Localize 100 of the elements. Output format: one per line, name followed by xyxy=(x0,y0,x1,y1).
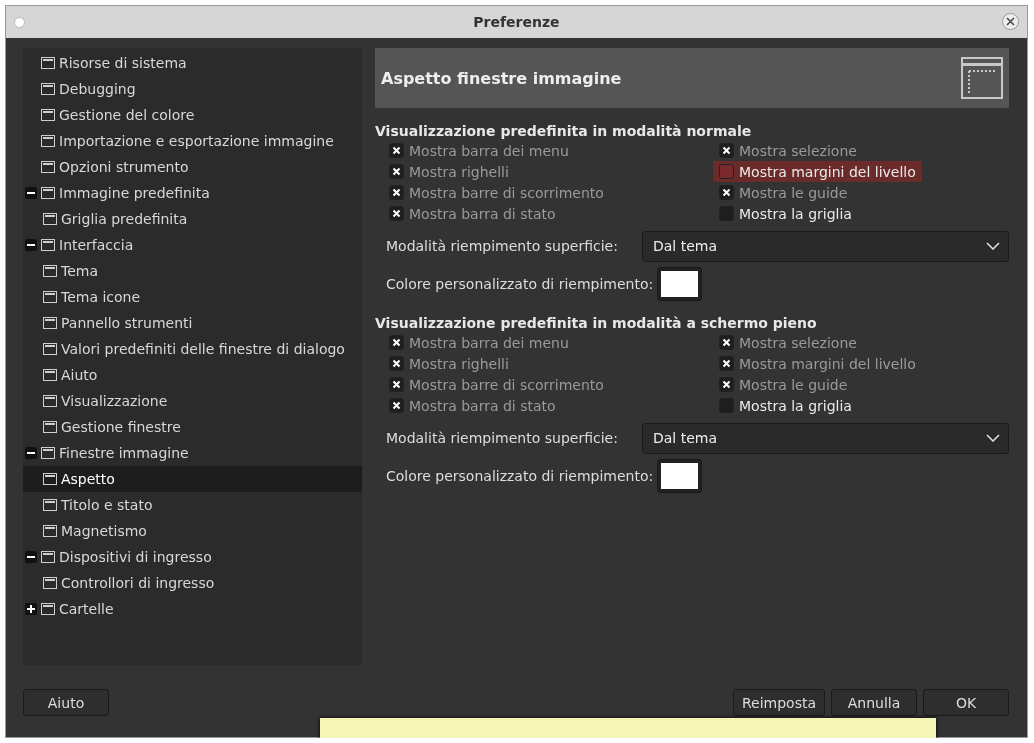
field-label: Modalità riempimento superficie: xyxy=(386,430,619,446)
checkbox-option[interactable]: Mostra le guide xyxy=(713,374,854,395)
checkbox[interactable] xyxy=(389,164,404,179)
checkbox-option[interactable]: Mostra le guide xyxy=(713,182,854,203)
expand-icon[interactable] xyxy=(25,603,37,615)
checkbox[interactable] xyxy=(389,335,404,350)
collapse-icon[interactable] xyxy=(25,239,37,251)
window-icon xyxy=(961,57,1003,99)
checkbox-option[interactable]: Mostra barre di scorrimento xyxy=(383,182,610,203)
tree-item[interactable]: Importazione e esportazione immagine xyxy=(23,128,362,154)
dialog-button[interactable]: Reimposta xyxy=(732,689,825,716)
item-icon xyxy=(40,237,56,253)
tree-item[interactable]: Dispositivi di ingresso xyxy=(23,544,362,570)
field-label: Colore personalizzato di riempimento: xyxy=(386,468,654,484)
item-icon xyxy=(42,419,58,435)
collapse-icon[interactable] xyxy=(25,187,37,199)
item-icon xyxy=(42,211,58,227)
help-button[interactable]: Aiuto xyxy=(23,689,109,716)
checkbox-option[interactable]: Mostra margini del livello xyxy=(713,353,922,374)
item-icon xyxy=(42,315,58,331)
checkbox-option[interactable]: Mostra righelli xyxy=(383,353,515,374)
field-label: Modalità riempimento superficie: xyxy=(386,238,619,254)
section-title: Visualizzazione predefinita in modalità normale xyxy=(375,122,753,140)
item-icon xyxy=(42,289,58,305)
chevron-down-icon xyxy=(986,242,1000,250)
fill-mode-dropdown[interactable]: Dal tema xyxy=(642,422,1009,454)
tree-item[interactable]: Tema xyxy=(23,258,362,284)
checkbox-option[interactable]: Mostra selezione xyxy=(713,140,863,161)
checkbox[interactable] xyxy=(719,377,734,392)
checkbox[interactable] xyxy=(719,356,734,371)
close-button[interactable] xyxy=(1002,13,1019,30)
item-icon xyxy=(42,523,58,539)
checkbox[interactable] xyxy=(389,398,404,413)
page-title: Aspetto finestre immagine xyxy=(381,68,622,88)
window-title: Preferenze xyxy=(473,14,560,30)
item-icon xyxy=(40,185,56,201)
item-icon xyxy=(42,471,58,487)
checkbox[interactable] xyxy=(389,185,404,200)
tree-item[interactable]: Aiuto xyxy=(23,362,362,388)
collapse-icon[interactable] xyxy=(25,447,37,459)
checkbox[interactable] xyxy=(719,164,734,179)
color-swatch-button[interactable] xyxy=(657,267,703,301)
close-icon xyxy=(1006,17,1015,26)
tree-item[interactable]: Valori predefiniti delle finestre di dialogo xyxy=(23,336,362,362)
checkbox-option[interactable]: Mostra la griglia xyxy=(713,203,858,224)
collapse-icon[interactable] xyxy=(25,551,37,563)
tree-item[interactable]: Interfaccia xyxy=(23,232,362,258)
tree-item[interactable]: Immagine predefinita xyxy=(23,180,362,206)
chevron-down-icon xyxy=(986,434,1000,442)
checkbox-option[interactable]: Mostra barra di stato xyxy=(383,203,562,224)
color-swatch-button[interactable] xyxy=(657,459,703,493)
item-icon xyxy=(42,367,58,383)
item-icon xyxy=(40,107,56,123)
tree-item[interactable]: Titolo e stato xyxy=(23,492,362,518)
section-title: Visualizzazione predefinita in modalità a schermo pieno xyxy=(375,314,818,332)
item-icon xyxy=(40,55,56,71)
tree-item[interactable]: Visualizzazione xyxy=(23,388,362,414)
item-icon xyxy=(42,263,58,279)
item-icon xyxy=(42,341,58,357)
tree-item[interactable]: Opzioni strumento xyxy=(23,154,362,180)
checkbox-option[interactable]: Mostra barra dei menu xyxy=(383,140,575,161)
highlighted-option[interactable]: Mostra margini del livello xyxy=(713,161,922,182)
fill-mode-dropdown[interactable]: Dal tema xyxy=(642,230,1009,262)
tree-item[interactable]: Finestre immagine xyxy=(23,440,362,466)
tree-item[interactable]: Pannello strumenti xyxy=(23,310,362,336)
tree-item[interactable]: Controllori di ingresso xyxy=(23,570,362,596)
checkbox[interactable] xyxy=(719,185,734,200)
checkbox[interactable] xyxy=(389,377,404,392)
tree-item[interactable]: Tema icone xyxy=(23,284,362,310)
item-icon xyxy=(40,159,56,175)
checkbox[interactable] xyxy=(389,143,404,158)
checkbox[interactable] xyxy=(389,206,404,221)
tree-item[interactable]: Risorse di sistema xyxy=(23,50,362,76)
tree-item[interactable]: Cartelle xyxy=(23,596,362,622)
item-icon xyxy=(42,497,58,513)
checkbox-option[interactable]: Mostra la griglia xyxy=(713,395,858,416)
tree-item[interactable]: Gestione del colore xyxy=(23,102,362,128)
tree-item[interactable]: Gestione finestre xyxy=(23,414,362,440)
checkbox-option[interactable]: Mostra barra di stato xyxy=(383,395,562,416)
tree-item[interactable]: Magnetismo xyxy=(23,518,362,544)
tree-item[interactable]: Griglia predefinita xyxy=(23,206,362,232)
dialog-button[interactable]: OK xyxy=(923,689,1009,716)
checkbox[interactable] xyxy=(719,335,734,350)
item-icon xyxy=(42,393,58,409)
field-label: Colore personalizzato di riempimento: xyxy=(386,276,654,292)
checkbox[interactable] xyxy=(389,356,404,371)
checkbox[interactable] xyxy=(719,143,734,158)
item-icon xyxy=(40,445,56,461)
tree-item[interactable]: Aspetto xyxy=(23,466,362,492)
tree-item[interactable]: Debugging xyxy=(23,76,362,102)
checkbox-option[interactable]: Mostra selezione xyxy=(713,332,863,353)
checkbox-option[interactable]: Mostra righelli xyxy=(383,161,515,182)
item-icon xyxy=(42,575,58,591)
item-icon xyxy=(40,601,56,617)
item-icon xyxy=(40,81,56,97)
item-icon xyxy=(40,549,56,565)
dialog-button[interactable]: Annulla xyxy=(831,689,917,716)
checkbox-option[interactable]: Mostra barra dei menu xyxy=(383,332,575,353)
checkbox-option[interactable]: Mostra barre di scorrimento xyxy=(383,374,610,395)
item-icon xyxy=(40,133,56,149)
